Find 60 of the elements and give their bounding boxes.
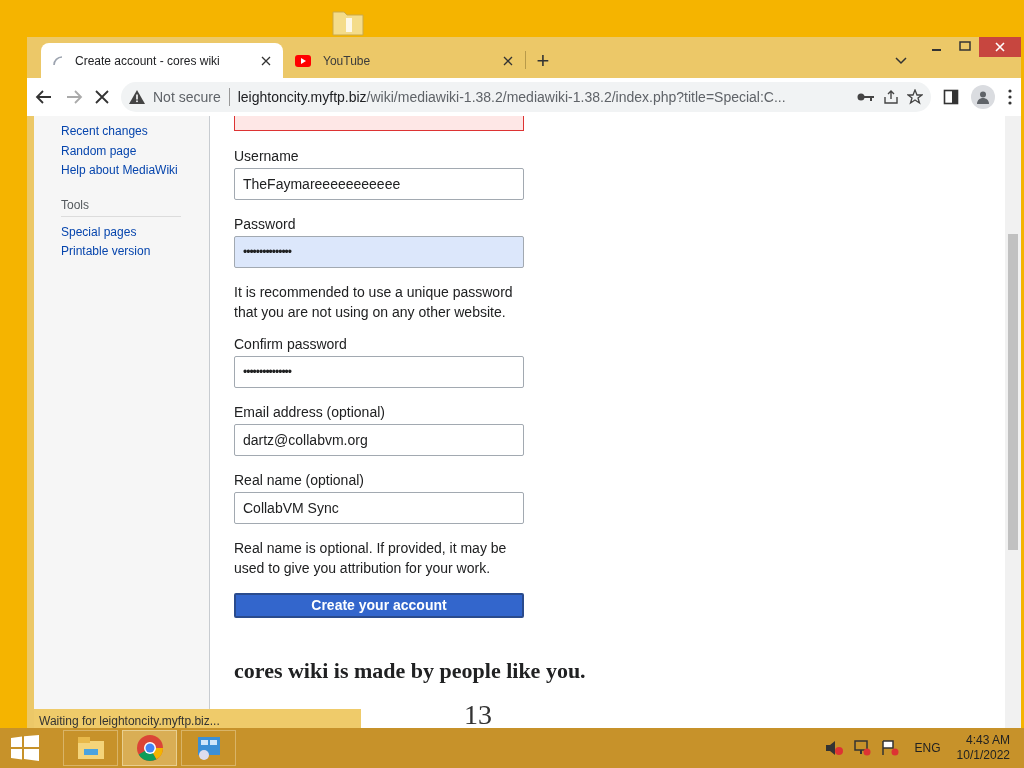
address-bar[interactable]: Not secure leightoncity.myftp.biz/wiki/mediawiki-1.38.2/mediawiki-1.38.2/index.php?title=Special:C... xyxy=(121,82,931,112)
stop-icon[interactable] xyxy=(95,90,109,104)
close-icon xyxy=(995,42,1005,52)
field-label: Real name (optional) xyxy=(234,472,365,488)
input-field[interactable]: ••••••••••••••• xyxy=(234,236,524,268)
language-indicator[interactable]: ENG xyxy=(914,739,941,757)
security-label: Not secure xyxy=(153,87,221,107)
menu-icon[interactable] xyxy=(1007,89,1013,105)
tools-heading: Tools xyxy=(61,195,181,217)
share-icon[interactable] xyxy=(883,89,899,105)
create-account-button[interactable]: Create your account xyxy=(234,593,524,618)
sidebar-link[interactable]: Printable version xyxy=(61,241,209,261)
url-text: leightoncity.myftp.biz/wiki/mediawiki-1.38.2/mediawiki-1.38.2/index.php?title=Special:C... xyxy=(237,87,787,107)
chrome-taskbar-button[interactable] xyxy=(122,730,177,766)
new-tab-button[interactable]: + xyxy=(526,43,560,78)
help-text: It is recommended to use a unique password that you are not using on any other website. xyxy=(234,283,514,322)
muted-speaker-icon[interactable] xyxy=(824,740,843,756)
close-icon[interactable] xyxy=(261,55,271,66)
close-icon[interactable] xyxy=(503,55,513,66)
field-label: Username xyxy=(234,148,300,164)
control-panel-taskbar-button[interactable] xyxy=(181,730,236,766)
field-label: Password xyxy=(234,216,297,232)
close-window-button[interactable] xyxy=(979,37,1021,57)
section-heading: cores wiki is made by people like you. xyxy=(234,657,587,685)
windows-logo-icon[interactable] xyxy=(11,735,39,761)
sidebar-link[interactable]: Help about MediaWiki xyxy=(61,161,209,181)
input-field[interactable]: dartz@collabvm.org xyxy=(234,424,524,456)
input-field[interactable]: TheFaymareeeeeeeeeee xyxy=(234,168,524,200)
profile-avatar[interactable] xyxy=(971,85,995,109)
counter-number: 13 xyxy=(464,701,493,729)
network-icon[interactable] xyxy=(852,740,871,756)
browser-tab[interactable]: YouTube xyxy=(283,43,525,78)
folder-icon xyxy=(332,8,364,36)
folder-icon xyxy=(75,735,106,761)
tab-title: Create account - cores wiki xyxy=(75,52,221,70)
browser-tab[interactable]: Create account - cores wiki xyxy=(41,43,283,78)
sidebar-link[interactable]: Special pages xyxy=(61,222,209,242)
flag-icon[interactable] xyxy=(880,740,899,756)
chevron-down-icon[interactable] xyxy=(895,57,907,65)
back-arrow-icon[interactable] xyxy=(35,89,53,105)
input-field[interactable]: ••••••••••••••• xyxy=(234,356,524,388)
scrollbar[interactable] xyxy=(1005,116,1021,729)
play-logo-icon xyxy=(295,54,311,67)
status-bubble: Waiting for leightoncity.myftp.biz... xyxy=(34,709,361,731)
note-text: Real name is optional. If provided, it may be used to give you attribution for your work. xyxy=(234,539,508,578)
field-label: Email address (optional) xyxy=(234,404,386,420)
clock-date: 10/1/2022 xyxy=(956,748,1010,763)
clock-time: 4:43 AM xyxy=(965,733,1010,748)
warning-icon xyxy=(129,90,145,104)
sidebar-link[interactable]: Recent changes xyxy=(61,122,209,142)
loading-spinner-icon xyxy=(53,55,63,66)
side-panel-icon[interactable] xyxy=(943,89,959,105)
star-icon[interactable] xyxy=(907,89,923,105)
chrome-logo-icon xyxy=(135,734,164,762)
key-icon[interactable] xyxy=(857,92,875,102)
clock[interactable]: 4:43 AM 10/1/2022 xyxy=(956,733,1010,763)
tab-title: YouTube xyxy=(323,52,372,70)
input-field[interactable]: CollabVM Sync xyxy=(234,492,524,524)
field-label: Confirm password xyxy=(234,336,348,352)
sidebar-link[interactable]: Random page xyxy=(61,141,209,161)
